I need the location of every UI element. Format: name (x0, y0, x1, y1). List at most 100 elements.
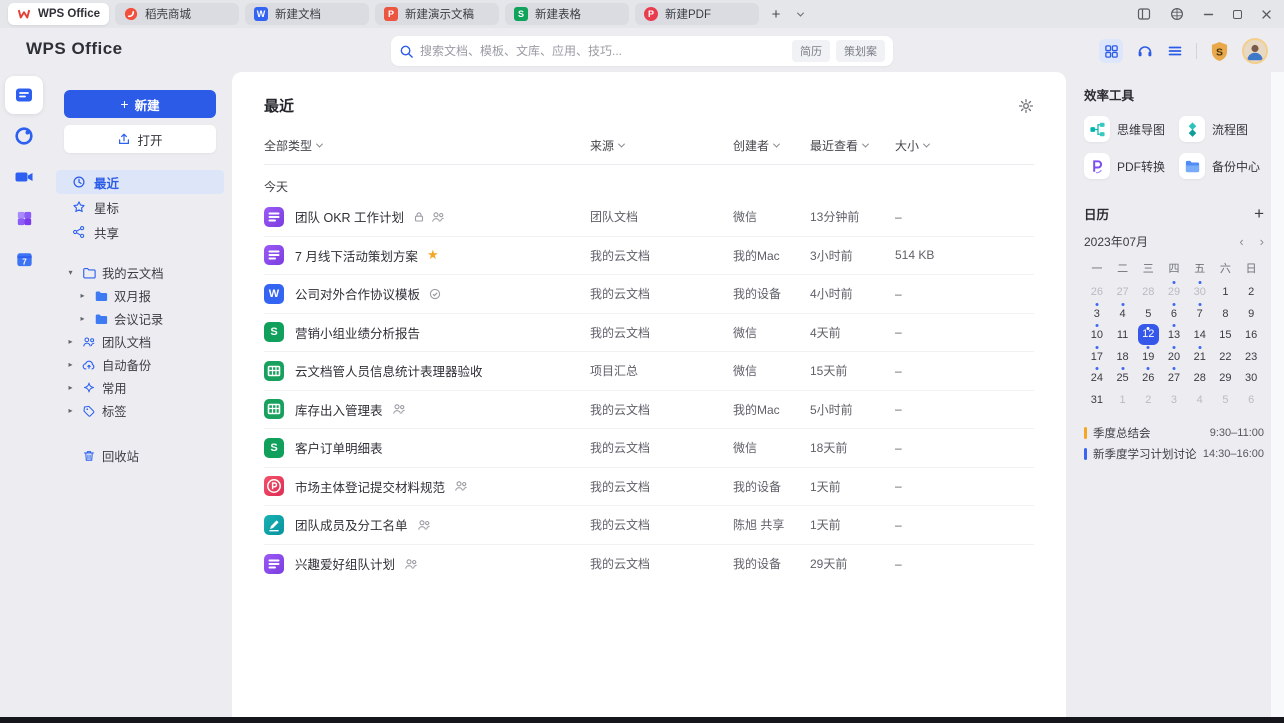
menu-button[interactable] (1167, 43, 1183, 59)
rail-item-recent-sessions[interactable] (5, 117, 43, 155)
file-row[interactable]: S 营销小组业绩分析报告 我的云文档 微信 4天前 – (264, 314, 1034, 352)
calendar-day[interactable]: 8 (1213, 302, 1239, 324)
calendar-day[interactable]: 2 (1135, 388, 1161, 410)
event-item[interactable]: 季度总结会 9:30–11:00 (1084, 422, 1264, 443)
tool-backup-center[interactable]: 备份中心 (1179, 153, 1264, 179)
app-tab-ppt[interactable]: P 新建演示文稿 (374, 3, 499, 25)
calendar-day[interactable]: 28 (1135, 280, 1161, 302)
tab-list-chevron-button[interactable] (793, 3, 809, 25)
calendar-day[interactable]: 13 (1161, 323, 1187, 345)
app-tab-pdf[interactable]: P 新建PDF (634, 3, 759, 25)
sidebar-item-team-docs[interactable]: ▸ 团队文档 (48, 330, 232, 353)
calendar-day[interactable]: 29 (1161, 280, 1187, 302)
app-tab-doc[interactable]: W 新建文档 (244, 3, 369, 25)
rail-item-docs-home[interactable] (5, 76, 43, 114)
sidebar-item-auto-backup[interactable]: ▸ 自动备份 (48, 353, 232, 376)
calendar-day[interactable]: 24 (1084, 366, 1110, 388)
calendar-day-selected[interactable]: 12 (1135, 323, 1161, 346)
rail-item-calendar[interactable]: 7 (5, 240, 43, 278)
file-row[interactable]: 市场主体登记提交材料规范 我的云文档 我的设备 1天前 – (264, 468, 1034, 506)
expander-closed-icon[interactable]: ▸ (66, 337, 75, 346)
calendar-day[interactable]: 6 (1238, 388, 1264, 410)
workspace-button[interactable] (1170, 7, 1184, 21)
file-row[interactable]: 云文档管人员信息统计表理器验收 项目汇总 微信 15天前 – (264, 352, 1034, 391)
membership-badge[interactable]: S (1210, 41, 1229, 62)
next-month-button[interactable]: › (1260, 234, 1264, 249)
tool-mindmap[interactable]: 思维导图 (1084, 116, 1169, 142)
app-tab-wps[interactable]: WPS Office (8, 3, 109, 25)
expander-closed-icon[interactable]: ▸ (66, 383, 75, 392)
calendar-day[interactable]: 5 (1213, 388, 1239, 410)
expander-open-icon[interactable]: ▾ (66, 268, 75, 277)
calendar-day[interactable]: 1 (1213, 280, 1239, 302)
sidebar-item-frequent[interactable]: ▸ 常用 (48, 376, 232, 399)
open-button[interactable]: 打开 (64, 125, 216, 153)
calendar-day[interactable]: 7 (1187, 302, 1213, 324)
new-button[interactable]: + 新建 (64, 90, 216, 118)
calendar-day[interactable]: 6 (1161, 302, 1187, 324)
filter-size[interactable]: 大小 (895, 137, 931, 154)
calendar-day[interactable]: 9 (1238, 302, 1264, 324)
sidebar-item-meeting-notes[interactable]: ▸ 会议记录 (48, 307, 232, 330)
calendar-day[interactable]: 3 (1084, 302, 1110, 324)
calendar-day[interactable]: 25 (1110, 366, 1136, 388)
filter-source[interactable]: 来源 (590, 137, 626, 154)
support-button[interactable] (1136, 42, 1154, 60)
calendar-day[interactable]: 29 (1213, 366, 1239, 388)
calendar-day[interactable]: 31 (1084, 388, 1110, 410)
prev-month-button[interactable]: ‹ (1239, 234, 1243, 249)
app-tab-docer[interactable]: 稻壳商城 (114, 3, 239, 25)
file-row[interactable]: 7 月线下活动策划方案 ★ 我的云文档 我的Mac 3小时前 514 KB (264, 237, 1034, 275)
filter-all-types[interactable]: 全部类型 (264, 137, 324, 154)
calendar-day[interactable]: 18 (1110, 345, 1136, 367)
search-input[interactable] (420, 44, 786, 58)
search-tag-resume[interactable]: 简历 (792, 40, 830, 62)
sidebar-item-starred[interactable]: 星标 (56, 195, 224, 219)
calendar-day[interactable]: 28 (1187, 366, 1213, 388)
calendar-day[interactable]: 14 (1187, 323, 1213, 345)
app-tab-sheet[interactable]: S 新建表格 (504, 3, 629, 25)
sidebar-item-bimonthly-report[interactable]: ▸ 双月报 (48, 284, 232, 307)
calendar-day[interactable]: 3 (1161, 388, 1187, 410)
calendar-day[interactable]: 4 (1187, 388, 1213, 410)
calendar-day[interactable]: 16 (1238, 323, 1264, 345)
tool-pdf-convert[interactable]: PDF转换 (1084, 153, 1169, 179)
calendar-day[interactable]: 11 (1110, 323, 1136, 345)
calendar-day[interactable]: 17 (1084, 345, 1110, 367)
sidebar-item-trash[interactable]: 回收站 (48, 444, 232, 467)
scrollbar-gutter[interactable] (1271, 72, 1284, 717)
expander-closed-icon[interactable]: ▸ (78, 291, 87, 300)
file-row[interactable]: 兴趣爱好组队计划 我的云文档 我的设备 29天前 – (264, 545, 1034, 584)
calendar-day[interactable]: 26 (1135, 366, 1161, 388)
calendar-day[interactable]: 21 (1187, 345, 1213, 367)
file-row[interactable]: W 公司对外合作协议模板 我的云文档 我的设备 4小时前 – (264, 275, 1034, 314)
calendar-day[interactable]: 4 (1110, 302, 1136, 324)
sidebar-item-recent[interactable]: 最近 (56, 170, 224, 194)
calendar-day[interactable]: 5 (1135, 302, 1161, 324)
calendar-day[interactable]: 27 (1110, 280, 1136, 302)
maximize-button[interactable] (1233, 9, 1242, 19)
filter-creator[interactable]: 创建者 (733, 137, 781, 154)
sidebar-item-tags[interactable]: ▸ 标签 (48, 399, 232, 422)
new-tab-button[interactable]: + (765, 3, 787, 25)
calendar-day[interactable]: 19 (1135, 345, 1161, 367)
sidebar-item-my-cloud-docs[interactable]: ▾ 我的云文档 (48, 261, 232, 284)
file-row[interactable]: 库存出入管理表 我的云文档 我的Mac 5小时前 – (264, 391, 1034, 429)
file-row[interactable]: 团队成员及分工名单 我的云文档 陈旭 共享 1天前 – (264, 506, 1034, 545)
search-bar[interactable]: 简历 策划案 (391, 36, 893, 66)
add-event-button[interactable]: + (1254, 205, 1264, 222)
calendar-day[interactable]: 2 (1238, 280, 1264, 302)
sidebar-item-shared[interactable]: 共享 (56, 220, 224, 244)
minimize-button[interactable] (1203, 9, 1214, 20)
calendar-day[interactable]: 22 (1213, 345, 1239, 367)
file-row[interactable]: 团队 OKR 工作计划 团队文档 微信 13分钟前 – (264, 198, 1034, 237)
calendar-day[interactable]: 26 (1084, 280, 1110, 302)
calendar-day[interactable]: 10 (1084, 323, 1110, 345)
calendar-day[interactable]: 30 (1238, 366, 1264, 388)
event-item[interactable]: 新季度学习计划讨论 14:30–16:00 (1084, 443, 1264, 464)
calendar-day[interactable]: 20 (1161, 345, 1187, 367)
rail-item-meeting[interactable] (5, 158, 43, 196)
toggle-sidebar-button[interactable] (1137, 7, 1151, 21)
calendar-day[interactable]: 15 (1213, 323, 1239, 345)
settings-button[interactable] (1018, 98, 1034, 114)
